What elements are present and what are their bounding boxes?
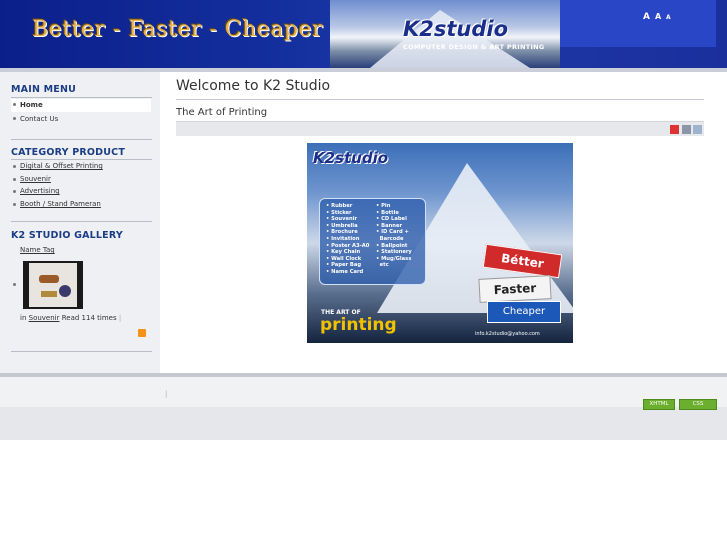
site-header: Better - Faster - Cheaper K2studio COMPU… <box>0 0 727 68</box>
menu-item-label: Home <box>20 101 43 109</box>
poster-product-list: • Rubber • Sticker • Souvenir • Umbrella… <box>319 198 426 285</box>
divider <box>11 351 152 352</box>
caption-read-count: Read 114 times <box>61 314 117 322</box>
font-size-controls: A A A <box>560 0 716 47</box>
article-poster-image: K2studio • Rubber • Sticker • Souvenir •… <box>307 143 573 343</box>
title-divider <box>176 99 704 100</box>
poster-printing: printing <box>320 315 397 335</box>
pdf-icon[interactable] <box>670 125 679 134</box>
footer-band <box>0 407 727 440</box>
gallery-item-name-link[interactable]: Name Tag <box>20 246 55 254</box>
divider <box>11 159 152 160</box>
gallery-title: K2 STUDIO GALLERY <box>11 230 123 241</box>
bullet-icon <box>13 178 16 181</box>
font-reset-button[interactable]: A <box>655 12 661 21</box>
logo-subtitle: COMPUTER DESIGN & ART PRINTING <box>403 43 545 51</box>
category-title: CATEGORY PRODUCT <box>11 147 126 158</box>
bullet-icon <box>13 103 16 106</box>
article-title: The Art of Printing <box>176 107 268 118</box>
rss-icon[interactable] <box>138 329 146 337</box>
page-title: Welcome to K2 Studio <box>176 78 331 94</box>
xhtml-valid-badge[interactable]: XHTML <box>643 399 675 410</box>
print-icon[interactable] <box>682 125 691 134</box>
poster-logo: K2studio <box>313 149 389 167</box>
menu-item-home[interactable]: Home <box>11 99 151 112</box>
category-item-label[interactable]: Digital & Offset Printing <box>20 162 103 170</box>
divider <box>11 139 152 140</box>
poster-list-left: • Rubber • Sticker • Souvenir • Umbrella… <box>326 203 370 275</box>
footer-separator: | <box>165 390 168 398</box>
caption-category-link[interactable]: Souvenir <box>29 314 60 322</box>
article-toolbar <box>176 121 704 136</box>
bullet-icon <box>13 283 16 286</box>
poster-list-right: • Pin • Bottle • CD Label • Banner • ID … <box>376 203 412 269</box>
category-item-label[interactable]: Advertising <box>20 187 60 195</box>
header-slogan: Better - Faster - Cheaper <box>32 17 324 42</box>
gallery-thumbnail[interactable] <box>23 261 83 309</box>
menu-item-contact-us[interactable]: Contact Us <box>11 113 151 126</box>
category-item-label[interactable]: Souvenir <box>20 175 51 183</box>
main-menu-title: MAIN MENU <box>11 84 77 95</box>
category-item-label[interactable]: Booth / Stand Pameran <box>20 200 101 208</box>
caption-prefix: in <box>20 314 27 322</box>
bullet-icon <box>13 117 16 120</box>
gallery-caption: in Souvenir Read 114 times | <box>20 314 122 322</box>
divider <box>11 97 152 98</box>
site-footer <box>0 377 727 407</box>
bullet-icon <box>13 165 16 168</box>
bullet-icon <box>13 190 16 193</box>
menu-item-label: Contact Us <box>20 115 59 123</box>
site-logo[interactable]: K2studio <box>403 17 508 41</box>
email-icon[interactable] <box>693 125 702 134</box>
css-valid-badge[interactable]: CSS <box>679 399 717 410</box>
font-decrease-button[interactable]: A <box>666 14 671 21</box>
poster-email: info.k2studio@yahoo.com <box>475 331 540 337</box>
left-sidebar: MAIN MENU Home Contact Us CATEGORY PRODU… <box>0 72 160 374</box>
divider <box>11 221 152 222</box>
font-increase-button[interactable]: A <box>643 12 650 22</box>
sign-cheaper: Cheaper <box>487 301 561 323</box>
bullet-icon <box>13 203 16 206</box>
sign-faster: Faster <box>478 275 552 303</box>
